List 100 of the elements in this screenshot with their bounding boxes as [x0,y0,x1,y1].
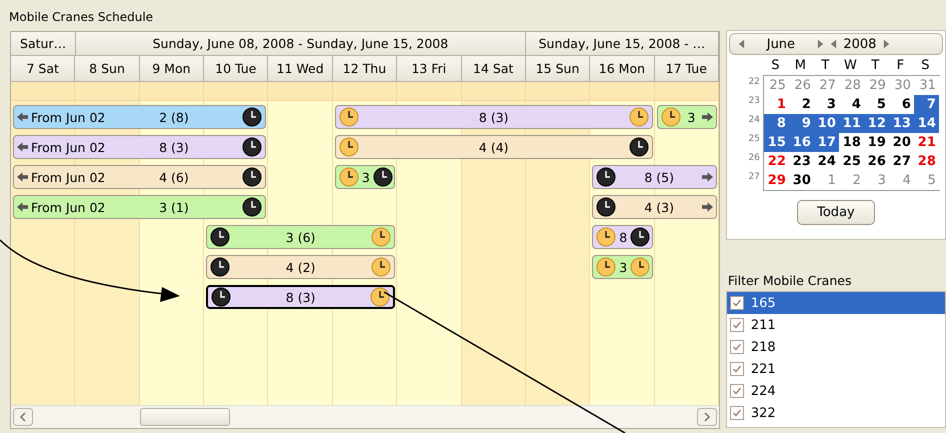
previous-year-icon[interactable] [830,39,837,49]
appointment-bar[interactable]: 8 (5) [592,165,717,189]
calendar-day[interactable]: 23 [788,152,814,171]
calendar-day[interactable]: 3 [864,171,889,190]
calendar-day[interactable]: 21 [914,133,939,152]
calendar-day[interactable]: 24 [814,152,839,171]
next-month-icon[interactable] [816,39,824,49]
calendar-day[interactable]: 31 [914,76,939,95]
appointment-bar[interactable]: From Jun 02 4 (6) [13,165,266,189]
filter-item[interactable]: 165 [726,292,945,314]
year-label: 2008 [842,36,877,52]
appointment-bar[interactable]: From Jun 02 2 (8) [13,105,266,129]
calendar-day[interactable]: 30 [788,171,814,190]
calendar-day[interactable]: 2 [788,95,814,114]
appointment-text: 8 (3) [158,140,190,154]
calendar-day[interactable]: 14 [914,114,939,133]
calendar-day[interactable]: 22 [764,152,789,171]
calendar-day[interactable]: 1 [814,171,839,190]
appointment-bar[interactable]: From Jun 02 3 (1) [13,195,266,219]
checkbox[interactable] [730,340,744,354]
day-header: 9 Mon [140,56,204,82]
scrollbar-thumb[interactable] [140,408,230,426]
appointment-text: 3 (6) [284,230,316,244]
filter-item[interactable]: 224 [726,380,945,402]
week-number: 27 [747,171,761,184]
calendar-day[interactable]: 7 [914,95,939,114]
week-header: Sunday, June 15, 2008 - … [526,32,719,56]
calendar-day[interactable]: 27 [814,76,839,95]
calendar-day[interactable]: 5 [864,95,889,114]
appointment-bar[interactable]: 8 (3) [206,285,396,309]
panel-title: Mobile Cranes Schedule [8,9,154,26]
clock-icon [338,107,359,127]
week-header: Satur… [11,32,76,56]
appointment-bar[interactable]: 8 (3) [334,105,653,129]
appointment-bar[interactable]: 3 [334,165,396,189]
calendar-day[interactable]: 25 [764,76,789,95]
checkbox[interactable] [730,406,744,420]
scroll-left-icon[interactable] [13,408,33,426]
calendar-day[interactable]: 18 [838,133,864,152]
appointment-text: 8 (3) [284,290,316,304]
appointment-start-label: From Jun 02 [31,110,106,124]
calendar-day[interactable]: 10 [814,114,839,133]
calendar-day[interactable]: 20 [888,133,914,152]
day-header: 15 Sun [526,56,590,82]
appointment-bar[interactable]: 3 [656,105,717,129]
clock-icon [596,257,616,277]
calendar-day[interactable]: 26 [788,76,814,95]
calendar-day[interactable]: 28 [914,152,939,171]
filter-item[interactable]: 211 [726,314,945,336]
weekday-label: F [896,58,906,72]
calendar-day[interactable]: 4 [888,171,914,190]
calendar-day[interactable]: 2 [838,171,864,190]
calendar-day[interactable]: 6 [888,95,914,114]
checkbox[interactable] [730,362,744,376]
calendar-day[interactable]: 12 [864,114,889,133]
calendar-day[interactable]: 29 [764,171,789,190]
calendar-day[interactable]: 4 [838,95,864,114]
filter-item[interactable]: 322 [726,402,945,424]
calendar-day[interactable]: 30 [888,76,914,95]
appointment-bar[interactable]: 3 [592,255,653,279]
previous-month-icon[interactable] [738,39,745,49]
appointment-text: 4 (2) [284,260,316,274]
calendar-day[interactable]: 29 [864,76,889,95]
calendar-day[interactable]: 26 [864,152,889,171]
horizontal-scrollbar[interactable] [11,405,719,428]
calendar-day[interactable]: 17 [814,133,839,152]
calendar-day[interactable]: 25 [838,152,864,171]
today-button[interactable]: Today [796,200,875,225]
appointment-bar[interactable]: 4 (4) [334,135,653,159]
left-arrow-icon [17,172,28,182]
calendar-day[interactable]: 5 [914,171,939,190]
calendar-day[interactable]: 13 [888,114,914,133]
filter-item[interactable]: 221 [726,358,945,380]
weekday-label: M [794,58,807,72]
appointment-bar[interactable]: From Jun 02 8 (3) [13,135,266,159]
next-year-icon[interactable] [882,39,890,49]
checkbox[interactable] [730,318,744,332]
scroll-right-icon[interactable] [697,408,717,426]
appointment-bar[interactable]: 8 [592,225,653,249]
calendar-day[interactable]: 27 [888,152,914,171]
appointment-text: 8 [619,230,628,244]
day-header: 17 Tue [654,56,719,82]
calendar-day[interactable]: 19 [864,133,889,152]
calendar-day[interactable]: 8 [764,114,789,133]
checkbox[interactable] [730,384,744,398]
weekday-label: W [842,58,858,72]
appointment-bar[interactable]: 4 (3) [592,195,717,219]
filter-item[interactable]: 218 [726,336,945,358]
calendar-day[interactable]: 28 [838,76,864,95]
clock-icon [242,137,262,157]
calendar-day[interactable]: 11 [838,114,864,133]
appointment-bar[interactable]: 3 (6) [206,225,396,249]
checkbox[interactable] [730,296,744,310]
appointment-bar[interactable]: 4 (2) [206,255,396,279]
clock-icon [628,107,649,127]
calendar-day[interactable]: 9 [788,114,814,133]
calendar-day[interactable]: 1 [764,95,789,114]
calendar-day[interactable]: 3 [814,95,839,114]
calendar-day[interactable]: 16 [788,133,814,152]
calendar-day[interactable]: 15 [764,133,789,152]
